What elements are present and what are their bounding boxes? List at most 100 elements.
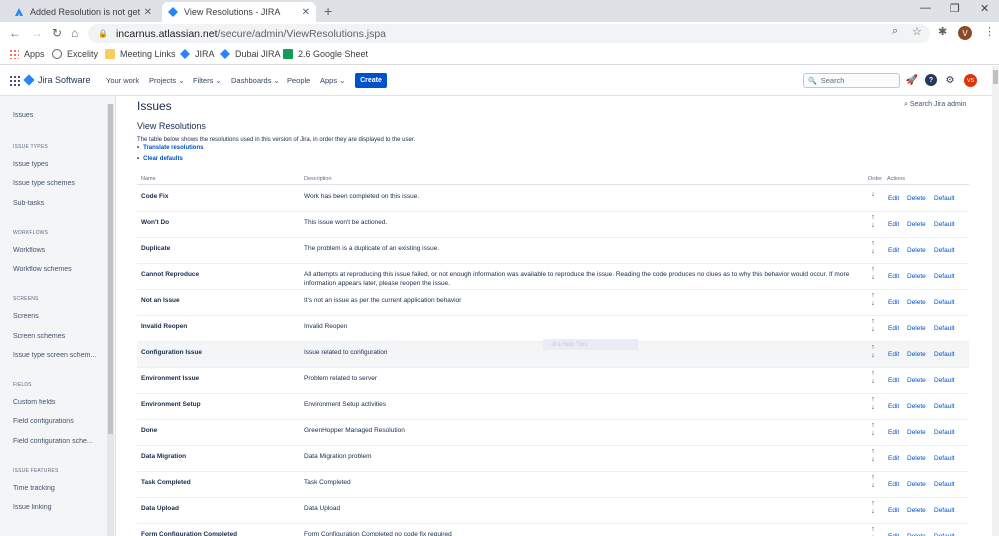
sidebar-item-issue-type-schemes[interactable]: Issue type schemes: [13, 180, 107, 187]
move-down-arrow-icon[interactable]: ↓: [871, 404, 875, 411]
bookmark-meeting-links[interactable]: Meeting Links: [105, 49, 176, 59]
delete-link[interactable]: Delete: [907, 351, 926, 358]
default-link[interactable]: Default: [934, 481, 955, 488]
nav-people[interactable]: People: [287, 76, 310, 85]
move-up-arrow-icon[interactable]: ↑: [871, 448, 875, 455]
default-link[interactable]: Default: [934, 273, 955, 280]
edit-link[interactable]: Edit: [888, 455, 899, 462]
gear-icon[interactable]: ⚙: [944, 74, 956, 86]
sidebar-item-issue-linking[interactable]: Issue linking: [13, 504, 107, 511]
move-up-arrow-icon[interactable]: ↑: [871, 240, 875, 247]
delete-link[interactable]: Delete: [907, 325, 926, 332]
default-link[interactable]: Default: [934, 507, 955, 514]
edit-link[interactable]: Edit: [888, 325, 899, 332]
minimize-icon[interactable]: —: [920, 2, 931, 14]
edit-link[interactable]: Edit: [888, 429, 899, 436]
move-up-arrow-icon[interactable]: ↑: [871, 500, 875, 507]
extensions-icon[interactable]: ✱: [938, 25, 947, 38]
move-down-arrow-icon[interactable]: ↓: [871, 378, 875, 385]
move-down-arrow-icon[interactable]: ↓: [871, 352, 875, 359]
default-link[interactable]: Default: [934, 377, 955, 384]
bookmark-google-sheet[interactable]: 2.6 Google Sheet: [283, 49, 368, 59]
app-switcher-icon[interactable]: [10, 76, 20, 86]
bookmark-jira[interactable]: JIRA: [180, 49, 215, 59]
delete-link[interactable]: Delete: [907, 455, 926, 462]
close-icon[interactable]: ✕: [302, 7, 310, 18]
delete-link[interactable]: Delete: [907, 273, 926, 280]
search-jira-admin[interactable]: ⌕ Search Jira admin: [904, 101, 966, 109]
move-down-arrow-icon[interactable]: ↓: [871, 456, 875, 463]
user-avatar[interactable]: VS: [964, 74, 977, 87]
default-link[interactable]: Default: [934, 195, 955, 202]
nav-projects[interactable]: Projects ⌄: [149, 76, 184, 85]
sidebar-scrollbar[interactable]: [107, 104, 114, 536]
move-down-arrow-icon[interactable]: ↓: [871, 482, 875, 489]
move-up-arrow-icon[interactable]: ↑: [871, 526, 875, 533]
nav-filters[interactable]: Filters ⌄: [193, 76, 222, 85]
delete-link[interactable]: Delete: [907, 403, 926, 410]
delete-link[interactable]: Delete: [907, 377, 926, 384]
move-down-arrow-icon[interactable]: ↓: [871, 300, 875, 307]
page-scrollbar[interactable]: [992, 66, 999, 536]
sidebar-item-issue-type-screen-schemes[interactable]: Issue type screen schem...: [13, 352, 107, 359]
reload-icon[interactable]: ↻: [52, 26, 62, 40]
move-up-arrow-icon[interactable]: ↑: [871, 474, 875, 481]
edit-link[interactable]: Edit: [888, 403, 899, 410]
edit-link[interactable]: Edit: [888, 377, 899, 384]
move-down-arrow-icon[interactable]: ↓: [871, 274, 875, 281]
default-link[interactable]: Default: [934, 247, 955, 254]
move-down-arrow-icon[interactable]: ↓: [871, 508, 875, 515]
move-up-arrow-icon[interactable]: ↑: [871, 396, 875, 403]
new-tab-plus-icon[interactable]: +: [324, 3, 332, 19]
bookmark-apps[interactable]: Apps: [9, 49, 45, 59]
delete-link[interactable]: Delete: [907, 247, 926, 254]
scrollbar-thumb[interactable]: [108, 104, 113, 434]
sidebar-item-workflow-schemes[interactable]: Workflow schemes: [13, 266, 107, 273]
back-icon[interactable]: ←: [9, 26, 21, 40]
edit-link[interactable]: Edit: [888, 351, 899, 358]
create-button[interactable]: Create: [355, 73, 387, 88]
edit-link[interactable]: Edit: [888, 507, 899, 514]
edit-link[interactable]: Edit: [888, 247, 899, 254]
delete-link[interactable]: Delete: [907, 221, 926, 228]
move-down-arrow-icon[interactable]: ↓: [871, 191, 875, 198]
profile-avatar[interactable]: V: [958, 26, 972, 40]
move-up-arrow-icon[interactable]: ↑: [871, 370, 875, 377]
notifications-icon[interactable]: 🚀: [906, 74, 918, 86]
default-link[interactable]: Default: [934, 455, 955, 462]
move-down-arrow-icon[interactable]: ↓: [871, 430, 875, 437]
edit-link[interactable]: Edit: [888, 221, 899, 228]
nav-apps[interactable]: Apps ⌄: [320, 76, 346, 85]
delete-link[interactable]: Delete: [907, 429, 926, 436]
sidebar-item-field-configuration-schemes[interactable]: Field configuration sche...: [13, 438, 107, 445]
bookmark-dubai-jira[interactable]: Dubai JIRA: [220, 49, 281, 59]
help-icon[interactable]: ?: [925, 74, 937, 86]
sidebar-item-screens[interactable]: Screens: [13, 313, 107, 320]
edit-link[interactable]: Edit: [888, 273, 899, 280]
delete-link[interactable]: Delete: [907, 481, 926, 488]
delete-link[interactable]: Delete: [907, 507, 926, 514]
edit-link[interactable]: Edit: [888, 481, 899, 488]
close-icon[interactable]: ✕: [144, 7, 152, 18]
move-up-arrow-icon[interactable]: ↑: [871, 214, 875, 221]
zoom-icon[interactable]: ⌕: [892, 25, 898, 38]
move-up-arrow-icon[interactable]: ↑: [871, 422, 875, 429]
default-link[interactable]: Default: [934, 221, 955, 228]
move-down-arrow-icon[interactable]: ↓: [871, 248, 875, 255]
browser-tab[interactable]: Added Resolution is not getting ✕: [8, 2, 158, 22]
sidebar-item-custom-fields[interactable]: Custom fields: [13, 399, 107, 406]
sidebar-item-workflows[interactable]: Workflows: [13, 247, 107, 254]
move-up-arrow-icon[interactable]: ↑: [871, 266, 875, 273]
sidebar-item-issue-types[interactable]: Issue types: [13, 161, 107, 168]
sidebar-item-issues[interactable]: Issues: [13, 112, 107, 119]
default-link[interactable]: Default: [934, 351, 955, 358]
jira-logo[interactable]: Jira Software: [23, 74, 91, 86]
nav-your-work[interactable]: Your work: [106, 76, 139, 85]
forward-icon[interactable]: →: [31, 26, 43, 40]
nav-dashboards[interactable]: Dashboards ⌄: [231, 76, 280, 85]
sidebar-item-time-tracking[interactable]: Time tracking: [13, 485, 107, 492]
delete-link[interactable]: Delete: [907, 195, 926, 202]
move-up-arrow-icon[interactable]: ↑: [871, 318, 875, 325]
sidebar-item-sub-tasks[interactable]: Sub-tasks: [13, 200, 107, 207]
url-field[interactable]: 🔒 incarnus.atlassian.net/secure/admin/Vi…: [88, 24, 930, 43]
